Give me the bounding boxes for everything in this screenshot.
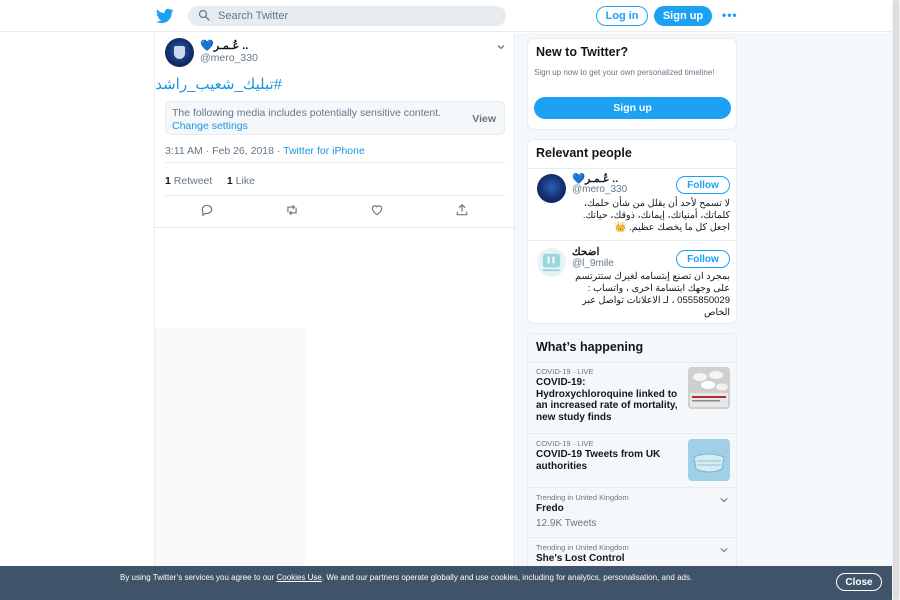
search-icon — [198, 9, 210, 24]
login-button[interactable]: Log in — [596, 6, 648, 26]
whats-happening-card: What’s happening COVID-19 · LIVE COVID-1… — [527, 333, 737, 573]
person-item[interactable]: 💙عُـمـر .. @mero_330 Follow لا تسمح لأحد… — [528, 170, 736, 242]
like-heart-icon[interactable] — [370, 203, 384, 217]
tweet-hashtag-link[interactable]: #تبليك_شعيب_راشد — [155, 75, 282, 93]
signup-button[interactable]: Sign up — [654, 6, 712, 26]
avatar[interactable] — [537, 248, 566, 277]
view-media-button[interactable]: View — [472, 113, 496, 125]
chevron-down-icon[interactable] — [496, 41, 506, 51]
pills-thumbnail[interactable] — [688, 367, 730, 409]
tweet-source-link[interactable]: Twitter for iPhone — [283, 145, 365, 157]
cookie-text-before: By using Twitter’s services you agree to… — [120, 573, 277, 582]
divider — [165, 195, 505, 196]
sensitive-media-notice: The following media includes potentially… — [165, 101, 505, 135]
person-item[interactable]: اضحك @l_9mile Follow بمجرد ان تصنع إبتسا… — [528, 244, 736, 323]
trend-title[interactable]: Fredo — [536, 503, 678, 515]
tweet-actions — [155, 203, 516, 219]
tweet-author-handle[interactable]: @mero_330 — [200, 52, 258, 64]
trend-title[interactable]: She's Lost Control — [536, 553, 678, 565]
sensitive-message: The following media includes potentially… — [172, 107, 442, 119]
person-handle[interactable]: @mero_330 — [572, 184, 627, 195]
face-mask-thumbnail[interactable] — [688, 439, 730, 481]
divider — [165, 162, 505, 163]
top-navigation-bar: Log in Sign up ••• — [0, 0, 900, 32]
card-title: New to Twitter? — [536, 45, 629, 59]
person-bio: لا تسمح لأحد أن يقلل من شأن حلمك، كلماتك… — [582, 198, 730, 233]
new-to-twitter-card: New to Twitter? Sign up now to get your … — [527, 38, 737, 130]
trend-item[interactable]: Trending in United Kingdom Fredo 12.9K T… — [528, 488, 736, 538]
person-handle[interactable]: @l_9mile — [572, 258, 614, 269]
close-button[interactable]: Close — [836, 573, 882, 591]
cookie-text-after: . We and our partners operate globally a… — [321, 573, 693, 582]
trend-title[interactable]: COVID-19: Hydroxychloroquine linked to a… — [536, 377, 678, 423]
card-title: What’s happening — [528, 334, 736, 363]
person-bio: بمجرد ان تصنع إبتسامه لغيرك ستترتسم على … — [575, 271, 730, 318]
cookies-use-link[interactable]: Cookies Use — [277, 573, 322, 582]
avatar[interactable] — [165, 38, 194, 67]
trend-item[interactable]: COVID-19 · LIVE COVID-19 Tweets from UK … — [528, 434, 736, 488]
card-title: Relevant people — [528, 140, 736, 169]
scrollbar-thumb[interactable] — [893, 0, 899, 600]
trend-meta: COVID-19 · LIVE — [536, 367, 594, 376]
retweet-icon[interactable] — [285, 203, 299, 217]
relevant-people-card: Relevant people 💙عُـمـر .. @mero_330 Fol… — [527, 139, 737, 324]
twitter-logo-icon[interactable] — [155, 7, 174, 25]
chevron-down-icon[interactable] — [720, 543, 728, 553]
tweet-panel: 💙عُـمـر .. @mero_330 #تبليك_شعيب_راشد Th… — [154, 33, 516, 600]
reply-icon[interactable] — [200, 203, 214, 217]
search-box[interactable] — [188, 6, 506, 26]
timestamp-text: 3:11 AM · Feb 26, 2018 · — [165, 145, 284, 157]
divider — [528, 240, 736, 241]
like-count[interactable]: 1 — [227, 175, 233, 187]
cookie-text: By using Twitter’s services you agree to… — [120, 572, 720, 583]
avatar[interactable] — [537, 174, 566, 203]
trend-meta: Trending in United Kingdom — [536, 543, 629, 552]
tweet-author-name[interactable]: 💙عُـمـر .. — [200, 39, 248, 52]
trend-meta: Trending in United Kingdom — [536, 493, 629, 502]
author-name-text: عُـمـر .. — [213, 40, 249, 52]
club-crest-icon — [174, 46, 185, 59]
trend-tweet-count: 12.9K Tweets — [536, 518, 597, 529]
trend-item[interactable]: COVID-19 · LIVE COVID-19: Hydroxychloroq… — [528, 362, 736, 434]
loading-placeholder — [155, 328, 305, 578]
search-input[interactable] — [218, 10, 498, 22]
blue-heart-icon: 💙 — [200, 40, 214, 52]
cookie-consent-banner: By using Twitter’s services you agree to… — [0, 566, 900, 600]
more-options-icon[interactable]: ••• — [722, 8, 738, 22]
trend-title[interactable]: COVID-19 Tweets from UK authorities — [536, 449, 678, 472]
card-subtitle: Sign up now to get your own personalized… — [534, 68, 715, 77]
retweet-count[interactable]: 1 — [165, 175, 171, 187]
chevron-down-icon[interactable] — [720, 493, 728, 503]
person-name[interactable]: اضحك — [572, 246, 599, 258]
sidebar-signup-button[interactable]: Sign up — [534, 97, 731, 119]
trend-meta: COVID-19 · LIVE — [536, 439, 594, 448]
divider — [155, 227, 516, 228]
change-settings-link[interactable]: Change settings — [172, 120, 248, 132]
share-icon[interactable] — [455, 203, 469, 217]
follow-button[interactable]: Follow — [676, 176, 730, 194]
like-label[interactable]: Like — [236, 175, 255, 187]
retweet-label[interactable]: Retweet — [174, 175, 213, 187]
tweet-stats: 1 Retweet 1 Like — [165, 175, 255, 187]
tweet-timestamp: 3:11 AM · Feb 26, 2018 · Twitter for iPh… — [165, 145, 365, 157]
left-gutter — [0, 33, 154, 600]
follow-button[interactable]: Follow — [676, 250, 730, 268]
